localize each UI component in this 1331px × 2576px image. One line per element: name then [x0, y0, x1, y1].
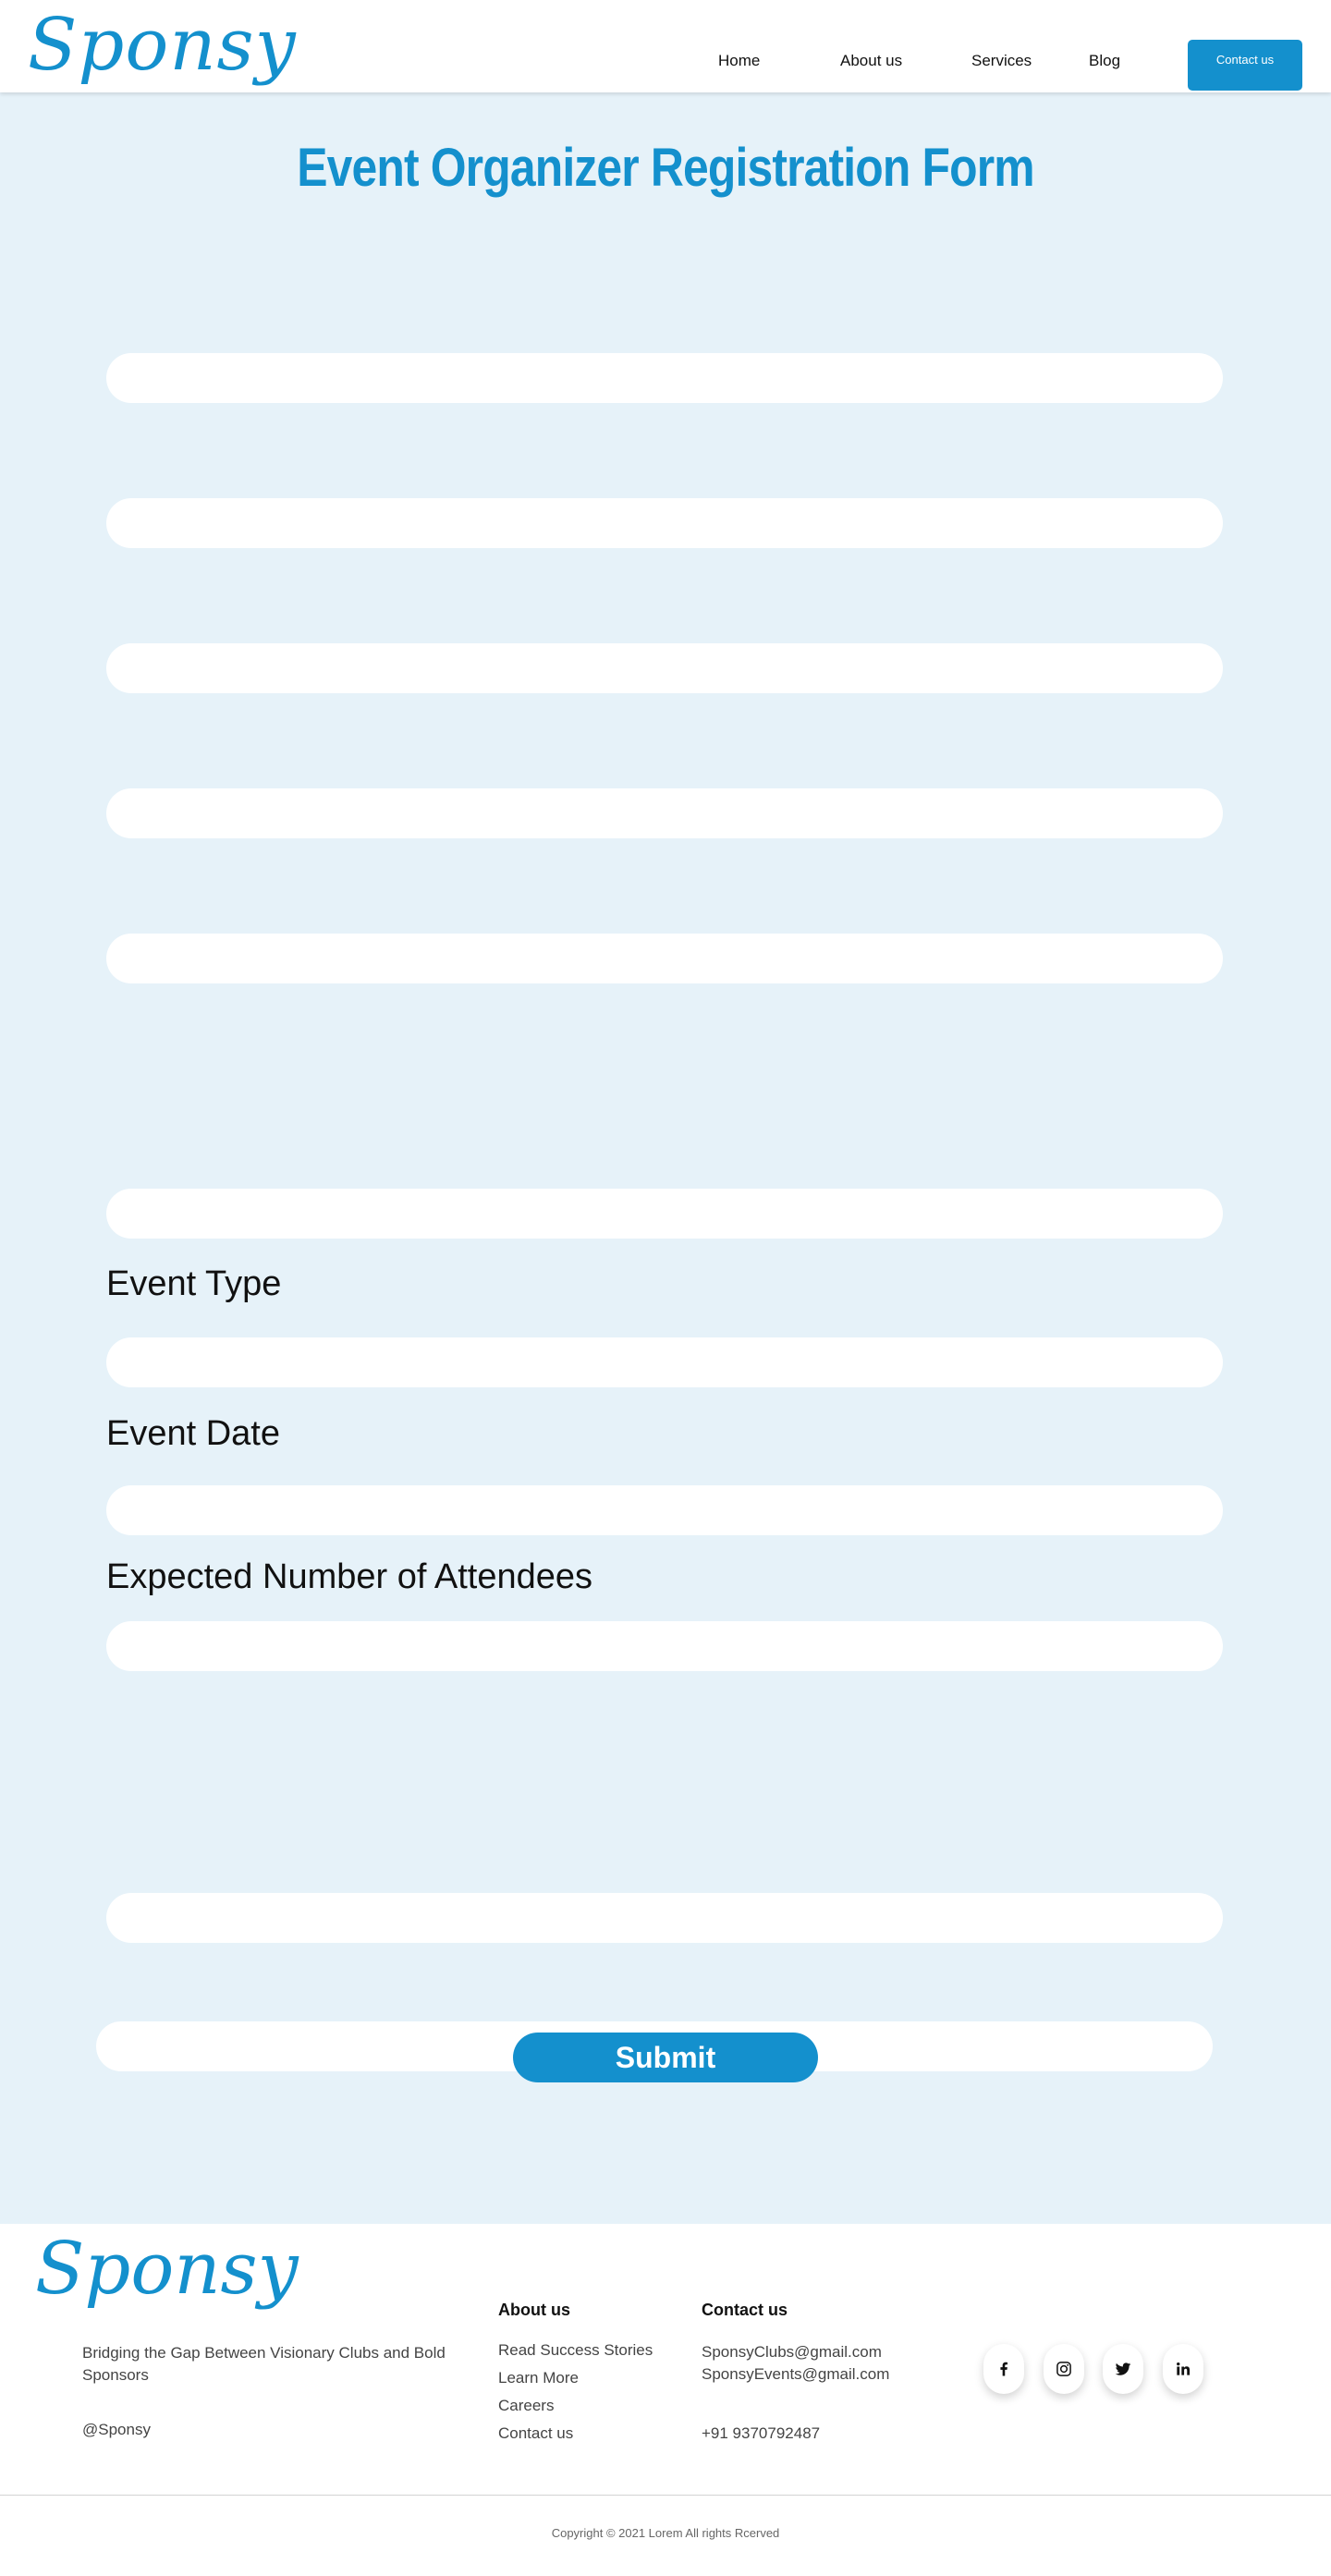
facebook-icon[interactable] [983, 2344, 1024, 2394]
form-field-3[interactable] [106, 643, 1223, 693]
attendees-field[interactable] [106, 1621, 1223, 1671]
nav-blog[interactable]: Blog [1089, 52, 1120, 70]
contact-us-button[interactable]: Contact us [1188, 40, 1302, 91]
footer-handle: @Sponsy [82, 2421, 151, 2438]
footer-phone[interactable]: +91 9370792487 [702, 2424, 820, 2443]
footer-about-heading: About us [498, 2301, 570, 2319]
event-date-label: Event Date [106, 1414, 280, 1453]
footer-tagline: Bridging the Gap Between Visionary Clubs… [82, 2344, 446, 2384]
nav-home[interactable]: Home [718, 52, 760, 70]
copyright-text: Copyright © 2021 Lorem All rights Rcerve… [551, 2526, 780, 2540]
form-field-4[interactable] [106, 788, 1223, 838]
event-type-field[interactable] [106, 1337, 1223, 1387]
instagram-icon[interactable] [1044, 2344, 1084, 2394]
nav-about-us[interactable]: About us [840, 52, 902, 70]
sponsy-logo[interactable]: Sponsy [28, 4, 297, 87]
twitter-icon[interactable] [1103, 2344, 1143, 2394]
registration-form-section: Event Organizer Registration Form Event … [0, 92, 1331, 2224]
event-type-label: Event Type [106, 1264, 282, 1303]
footer-sponsy-logo[interactable]: Sponsy [35, 2228, 299, 2311]
site-header: Sponsy Home About us Services Blog Conta… [0, 0, 1331, 92]
form-title: Event Organizer Registration Form [297, 138, 1034, 198]
footer-divider [0, 2495, 1331, 2496]
form-field-7[interactable] [106, 1893, 1223, 1943]
footer-email-events[interactable]: SponsyEvents@gmail.com [702, 2365, 889, 2384]
submit-button[interactable]: Submit [513, 2033, 818, 2082]
form-field-6[interactable] [106, 1189, 1223, 1239]
footer-email-clubs[interactable]: SponsyClubs@gmail.com [702, 2343, 882, 2362]
event-date-field[interactable] [106, 1485, 1223, 1535]
footer-link-success-stories[interactable]: Read Success Stories [498, 2341, 653, 2360]
nav-services[interactable]: Services [971, 52, 1032, 70]
form-field-1[interactable] [106, 353, 1223, 403]
footer-link-learn-more[interactable]: Learn More [498, 2369, 579, 2387]
linkedin-icon[interactable] [1163, 2344, 1203, 2394]
attendees-label: Expected Number of Attendees [106, 1557, 592, 1596]
footer-contact-heading: Contact us [702, 2301, 788, 2319]
footer-link-contact-us[interactable]: Contact us [498, 2424, 573, 2443]
footer-link-careers[interactable]: Careers [498, 2397, 554, 2415]
form-field-5[interactable] [106, 934, 1223, 983]
form-field-2[interactable] [106, 498, 1223, 548]
